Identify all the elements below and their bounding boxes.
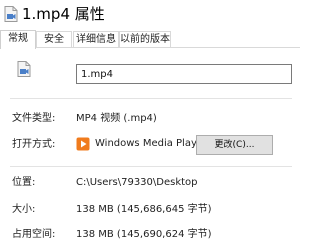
window-title: 1.mp4 属性 [22,5,105,23]
divider [10,98,292,99]
media-player-icon [76,137,90,151]
location-label: 位置: [12,177,36,188]
open-with-app: Windows Media Playe [76,137,196,153]
tab-details[interactable]: 详细信息 [73,31,119,47]
tab-security[interactable]: 安全 [36,31,72,47]
title-bar[interactable]: 1.mp4 属性 [0,0,300,30]
tab-general[interactable]: 常规 [0,30,36,49]
tab-bar: 常规 安全 详细信息 以前的版本 [0,30,300,49]
open-with-app-name: Windows Media Playe [95,138,196,149]
video-file-icon [17,61,31,77]
file-name-field[interactable] [76,64,292,84]
video-file-icon [4,6,18,22]
file-type-label: 文件类型: [12,113,56,124]
size-value: 138 MB (145,686,645 字节) [76,204,212,215]
divider [10,166,292,167]
file-type-value: MP4 视频 (.mp4) [76,113,157,124]
size-on-disk-value: 138 MB (145,690,624 字节) [76,229,212,240]
open-with-label: 打开方式: [12,139,56,150]
change-button[interactable]: 更改(C)... [196,135,273,155]
location-value: C:\Users\79330\Desktop [76,177,198,188]
size-on-disk-label: 占用空间: [12,229,56,240]
size-label: 大小: [12,204,36,215]
tab-previous-versions[interactable]: 以前的版本 [119,31,171,47]
